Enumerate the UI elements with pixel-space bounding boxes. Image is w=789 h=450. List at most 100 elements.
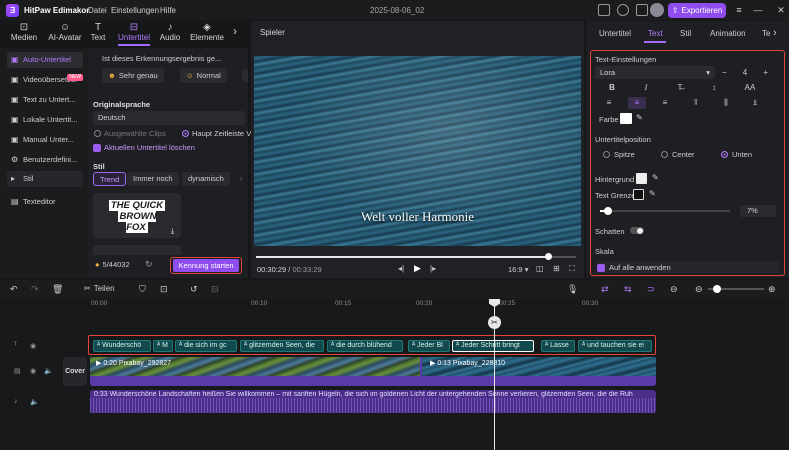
start-recognition-button[interactable]: Kennung starten: [173, 259, 239, 272]
avatar[interactable]: [650, 3, 664, 17]
position-center[interactable]: Center: [661, 150, 695, 159]
close-icon[interactable]: ✕: [775, 4, 787, 16]
style-preview-card-2[interactable]: [93, 245, 181, 255]
delete-icon[interactable]: 🗑: [52, 284, 63, 295]
nav-style[interactable]: ▸ Stil: [7, 171, 83, 187]
plus-icon[interactable]: +: [763, 68, 768, 77]
align-center-icon[interactable]: ≡: [628, 97, 646, 109]
video-visibility-icon[interactable]: ◉: [30, 367, 36, 375]
download-icon[interactable]: ⤓: [171, 228, 174, 236]
bold-button[interactable]: B: [603, 82, 621, 94]
aspect-ratio-select[interactable]: 16:9 ▾: [508, 265, 528, 274]
subtitle-clip[interactable]: ᴬ und tauchen sie ei: [578, 340, 652, 352]
refresh-icon[interactable]: ↻: [145, 259, 153, 270]
crop-icon[interactable]: ⊟: [211, 284, 219, 295]
style-still[interactable]: Immer noch: [127, 172, 179, 186]
menu-file[interactable]: Datei: [88, 6, 107, 15]
fullscreen-icon[interactable]: ⛶: [569, 264, 575, 274]
opt-selected-clips[interactable]: Ausgewählte Clips: [94, 129, 166, 138]
menu-icon[interactable]: ≡: [733, 4, 745, 16]
background-swatch[interactable]: [636, 173, 647, 184]
next-frame-icon[interactable]: |▸: [430, 264, 436, 273]
orig-lang-select[interactable]: Deutsch: [93, 111, 245, 125]
message-icon[interactable]: [636, 4, 648, 16]
subtitle-clip[interactable]: ᴬ Lasse: [541, 340, 575, 352]
align-right-icon[interactable]: ≡: [656, 97, 674, 109]
microphone-icon[interactable]: 🎙: [567, 284, 578, 295]
rating-normal-button[interactable]: ☺ Normal: [180, 68, 227, 83]
rating-bad-button[interactable]: [242, 69, 248, 82]
valign-middle-icon[interactable]: ⫼: [717, 97, 735, 109]
nav-text-to-subtitle[interactable]: ▣ Text zu Untert...: [7, 92, 83, 108]
opacity-slider-knob[interactable]: [604, 207, 612, 215]
video-mute-icon[interactable]: 🔈: [44, 367, 53, 375]
bg-eyedropper-icon[interactable]: ✎: [652, 173, 659, 182]
playhead-scissors-icon[interactable]: ✂: [488, 316, 501, 329]
style-trend[interactable]: Trend: [93, 172, 127, 186]
prev-frame-icon[interactable]: ◂|: [398, 264, 404, 273]
color-swatch[interactable]: [620, 113, 632, 124]
split-button[interactable]: ✂ Teilen: [84, 284, 115, 293]
tool-audio[interactable]: ♪ Audio: [155, 22, 185, 44]
video-preview[interactable]: Welt voller Harmonie: [254, 56, 581, 246]
toolbar-next-icon[interactable]: ›: [233, 24, 237, 38]
border-eyedropper-icon[interactable]: ✎: [649, 189, 656, 198]
nav-local-subtitle[interactable]: ▣ Lokale Untertit...: [7, 112, 83, 128]
position-top[interactable]: Spitze: [603, 150, 635, 159]
tab-text[interactable]: Text: [648, 29, 663, 38]
audio-mute-icon[interactable]: 🔈: [30, 398, 39, 406]
grid-icon[interactable]: ⊞: [553, 264, 560, 273]
subtitle-clip[interactable]: ᴬ glitzernden Seen, die: [240, 340, 324, 352]
nav-text-editor[interactable]: ▤ Texteditor: [7, 194, 83, 210]
tool-elements[interactable]: ◈ Elemente: [188, 22, 226, 44]
play-icon[interactable]: ▶: [414, 263, 421, 274]
loop-icon[interactable]: ↺: [190, 284, 198, 295]
redo-icon[interactable]: ↷: [31, 284, 39, 295]
align-left-icon[interactable]: ≡: [600, 97, 618, 109]
zoom-slider-knob[interactable]: [713, 285, 721, 293]
menu-settings[interactable]: Einstellungen: [111, 6, 159, 15]
border-swatch[interactable]: [633, 189, 644, 200]
undo-icon[interactable]: ↶: [10, 284, 18, 295]
style-more-icon[interactable]: ›: [240, 174, 243, 183]
fit-icon[interactable]: ⊖: [670, 284, 678, 295]
strike-button[interactable]: T̶: [671, 82, 689, 94]
text-frame-icon[interactable]: ⊡: [160, 284, 168, 295]
layout-icon[interactable]: [598, 4, 610, 16]
shield-icon[interactable]: ⛉: [139, 284, 146, 295]
tab-more[interactable]: Te: [762, 29, 770, 38]
nav-video-translator[interactable]: ▣ Videoübersetzer NEW: [7, 72, 83, 88]
tool-avatar[interactable]: ☺ AI-Avatar: [45, 22, 85, 44]
valign-bottom-icon[interactable]: ⫫: [746, 97, 764, 109]
uppercase-button[interactable]: AA: [739, 82, 761, 94]
apply-to-all[interactable]: Auf alle anwenden: [597, 262, 779, 273]
nav-custom[interactable]: ⚙ Benutzerdefini...: [7, 152, 83, 168]
tab-subtitle[interactable]: Untertitel: [599, 29, 631, 38]
tab-animation[interactable]: Animation: [710, 29, 746, 38]
magnet-icon[interactable]: ⊃: [647, 284, 655, 295]
opacity-input[interactable]: 7%: [740, 205, 776, 217]
link-icon[interactable]: ⇄: [601, 284, 609, 295]
maximize-icon[interactable]: [756, 4, 768, 16]
style-dynamic[interactable]: dynamisch: [182, 172, 230, 186]
snapshot-icon[interactable]: ◫: [536, 264, 544, 273]
font-size-stepper[interactable]: −4 +: [722, 66, 768, 79]
subtitle-clip[interactable]: ᴬ die durch blühend: [327, 340, 403, 352]
eyedropper-icon[interactable]: ✎: [636, 113, 643, 122]
subtitle-clip[interactable]: ᴬ M: [153, 340, 173, 352]
zoom-out-icon[interactable]: ⊖: [695, 284, 703, 295]
tab-style[interactable]: Stil: [680, 29, 691, 38]
valign-top-icon[interactable]: ⫪: [687, 97, 705, 109]
position-bottom[interactable]: Unten: [721, 150, 752, 159]
rating-good-button[interactable]: ☻ Sehr genau: [102, 68, 164, 83]
menu-help[interactable]: Hilfe: [160, 6, 176, 15]
line-spacing-button[interactable]: ↕: [705, 82, 723, 94]
nav-auto-subtitle[interactable]: ▣ Auto-Untertitel: [7, 52, 83, 68]
export-button[interactable]: ⇪ Exportieren: [668, 3, 726, 18]
subtitle-clip[interactable]: ᴬ Wunderschö: [93, 340, 151, 352]
subtitle-clip[interactable]: ᴬ Jeder Bl: [408, 340, 450, 352]
opacity-slider-track[interactable]: [600, 210, 730, 212]
delete-current-subtitle[interactable]: Aktuellen Untertitel löschen: [93, 143, 195, 152]
tabs-next-icon[interactable]: ›: [773, 27, 777, 39]
opt-main-timeline[interactable]: Haupt Zeitleiste V: [182, 129, 251, 138]
